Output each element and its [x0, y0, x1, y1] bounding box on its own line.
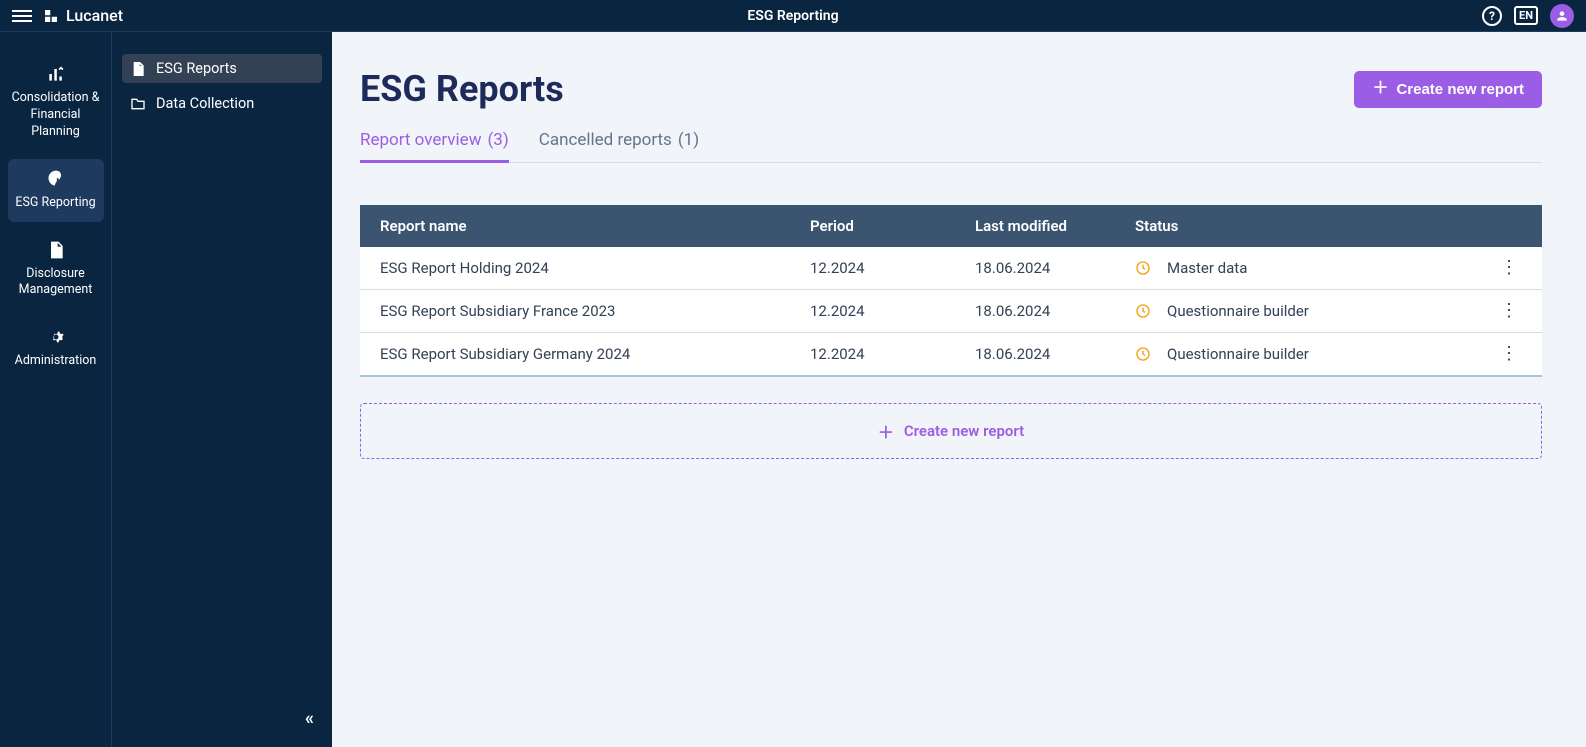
- file-icon: [130, 61, 146, 77]
- tab-cancelled-reports[interactable]: Cancelled reports (1): [539, 130, 699, 162]
- clock-icon: [1135, 303, 1151, 319]
- sidebar-item-data-collection[interactable]: Data Collection: [122, 89, 322, 118]
- secondary-sidebar: ESG Reports Data Collection «: [112, 32, 332, 747]
- cell-report-name: ESG Report Subsidiary Germany 2024: [360, 333, 790, 377]
- language-switcher[interactable]: EN: [1514, 6, 1538, 25]
- clock-icon: [1135, 260, 1151, 276]
- tab-count: (1): [678, 130, 699, 152]
- table-row[interactable]: ESG Report Subsidiary Germany 2024 12.20…: [360, 333, 1542, 377]
- cell-report-name: ESG Report Subsidiary France 2023: [360, 290, 790, 333]
- navrail-label: ESG Reporting: [15, 195, 95, 212]
- cell-status: Master data ⋮: [1115, 247, 1542, 290]
- folder-icon: [130, 96, 146, 112]
- document-icon: [46, 240, 66, 260]
- cell-last-modified: 18.06.2024: [955, 290, 1115, 333]
- cell-period: 12.2024: [790, 247, 955, 290]
- tabs: Report overview (3) Cancelled reports (1…: [360, 130, 1542, 163]
- primary-nav: Consolidation & Financial Planning ESG R…: [0, 32, 112, 747]
- navrail-label: Disclosure Management: [12, 266, 100, 300]
- create-report-button-label: Create new report: [1396, 81, 1524, 98]
- sidebar-item-label: ESG Reports: [156, 60, 237, 77]
- col-period[interactable]: Period: [790, 205, 955, 247]
- col-report-name[interactable]: Report name: [360, 205, 790, 247]
- cell-last-modified: 18.06.2024: [955, 333, 1115, 377]
- tab-label: Cancelled reports: [539, 130, 672, 152]
- create-report-button[interactable]: ＋ Create new report: [1354, 71, 1542, 108]
- navrail-label: Consolidation & Financial Planning: [12, 90, 100, 141]
- help-icon[interactable]: ?: [1482, 6, 1502, 26]
- row-menu-button[interactable]: ⋮: [1496, 345, 1522, 363]
- cell-report-name: ESG Report Holding 2024: [360, 247, 790, 290]
- user-avatar[interactable]: [1550, 4, 1574, 28]
- sidebar-item-esg-reports[interactable]: ESG Reports: [122, 54, 322, 83]
- brand-logo[interactable]: Lucanet: [42, 6, 123, 25]
- sidebar-item-label: Data Collection: [156, 95, 254, 112]
- navrail-item-consolidation[interactable]: Consolidation & Financial Planning: [8, 54, 104, 151]
- navrail-item-administration[interactable]: Administration: [8, 317, 104, 380]
- tab-report-overview[interactable]: Report overview (3): [360, 130, 509, 163]
- leaf-icon: [46, 169, 66, 189]
- plus-icon: ＋: [1372, 81, 1388, 97]
- brand-name: Lucanet: [66, 6, 123, 25]
- create-report-row-label: Create new report: [904, 422, 1024, 440]
- person-icon: [1555, 9, 1569, 23]
- create-report-row[interactable]: ＋ Create new report: [360, 403, 1542, 459]
- navrail-item-esg[interactable]: ESG Reporting: [8, 159, 104, 222]
- table-row[interactable]: ESG Report Subsidiary France 2023 12.202…: [360, 290, 1542, 333]
- cell-period: 12.2024: [790, 333, 955, 377]
- main-content: ESG Reports ＋ Create new report Report o…: [332, 32, 1586, 747]
- menu-toggle-button[interactable]: [12, 6, 32, 26]
- navrail-label: Administration: [15, 353, 97, 370]
- clock-icon: [1135, 346, 1151, 362]
- tab-label: Report overview: [360, 130, 481, 150]
- row-menu-button[interactable]: ⋮: [1496, 259, 1522, 277]
- col-status[interactable]: Status: [1115, 205, 1542, 247]
- page-title: ESG Reports: [360, 68, 564, 110]
- cell-period: 12.2024: [790, 290, 955, 333]
- row-menu-button[interactable]: ⋮: [1496, 302, 1522, 320]
- gear-icon: [46, 327, 66, 347]
- status-text: Questionnaire builder: [1167, 345, 1309, 363]
- bar-chart-icon: [46, 64, 66, 84]
- navrail-item-disclosure[interactable]: Disclosure Management: [8, 230, 104, 310]
- app-title: ESG Reporting: [747, 8, 838, 24]
- reports-table: Report name Period Last modified Status …: [360, 205, 1542, 377]
- cell-status: Questionnaire builder ⋮: [1115, 333, 1542, 377]
- status-text: Questionnaire builder: [1167, 302, 1309, 320]
- col-last-modified[interactable]: Last modified: [955, 205, 1115, 247]
- status-text: Master data: [1167, 259, 1247, 277]
- tab-count: (3): [487, 130, 508, 150]
- cell-last-modified: 18.06.2024: [955, 247, 1115, 290]
- table-row[interactable]: ESG Report Holding 2024 12.2024 18.06.20…: [360, 247, 1542, 290]
- topbar: Lucanet ESG Reporting ? EN: [0, 0, 1586, 32]
- cell-status: Questionnaire builder ⋮: [1115, 290, 1542, 333]
- table-header-row: Report name Period Last modified Status: [360, 205, 1542, 247]
- lucanet-logo-icon: [42, 7, 60, 25]
- collapse-sidebar-button[interactable]: «: [305, 708, 314, 729]
- plus-icon: ＋: [878, 419, 894, 443]
